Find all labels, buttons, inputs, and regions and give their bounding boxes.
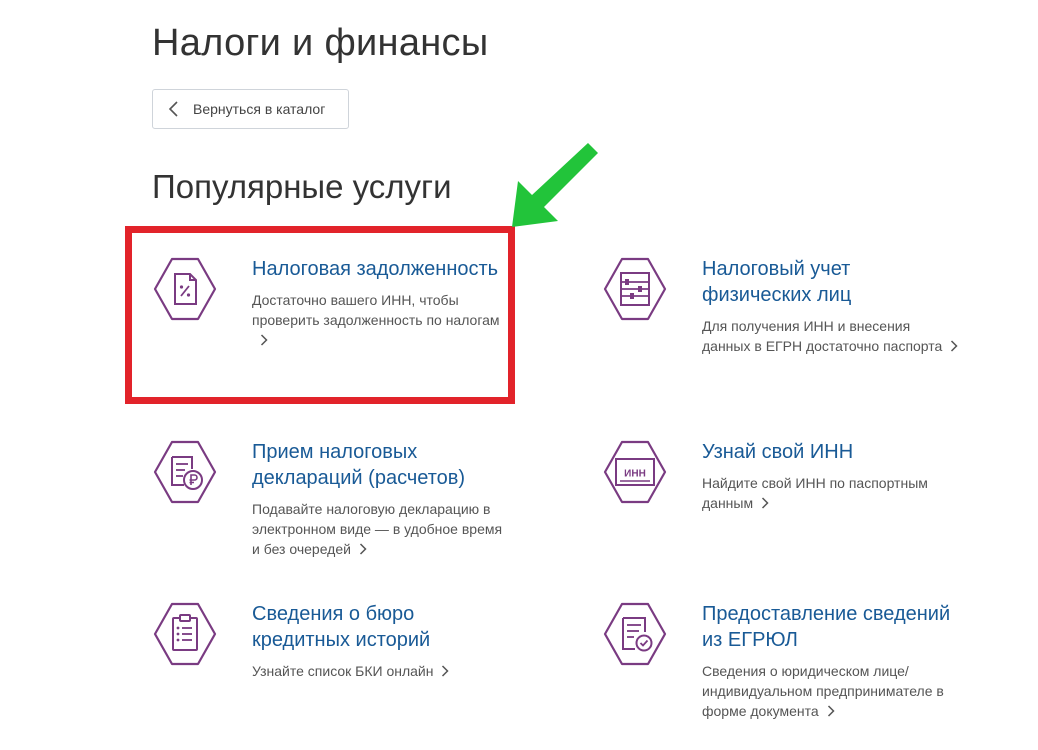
- service-description: Сведения о юридическом лице/ индивидуаль…: [702, 663, 944, 719]
- service-title[interactable]: Сведения о бюро кредитных историй: [252, 601, 512, 653]
- chevron-right-icon[interactable]: [441, 665, 450, 677]
- ruble-document-icon: [153, 440, 217, 504]
- service-description: Достаточно вашего ИНН, чтобы проверить з…: [252, 292, 500, 328]
- chevron-right-icon[interactable]: [359, 543, 367, 555]
- abacus-icon: [603, 257, 667, 321]
- clipboard-list-icon: [153, 602, 217, 666]
- page-title: Налоги и финансы: [152, 22, 489, 64]
- service-title[interactable]: Налоговый учет физических лиц: [702, 256, 962, 308]
- back-button-label: Вернуться в каталог: [193, 101, 326, 117]
- service-description: Узнайте список БКИ онлайн: [252, 663, 434, 679]
- green-pointer-arrow-icon: [512, 143, 598, 227]
- back-to-catalog-button[interactable]: Вернуться в каталог: [152, 89, 349, 129]
- service-title[interactable]: Предоставление сведений из ЕГРЮЛ: [702, 601, 962, 653]
- inn-card-icon: ИНН: [603, 440, 667, 504]
- chevron-right-icon[interactable]: [950, 340, 958, 352]
- section-title: Популярные услуги: [152, 168, 452, 205]
- tax-document-icon: [153, 257, 217, 321]
- chevron-right-icon[interactable]: [827, 705, 835, 717]
- service-title[interactable]: Налоговая задолженность: [252, 256, 512, 282]
- inn-icon-text: ИНН: [624, 469, 646, 480]
- chevron-left-icon: [167, 101, 181, 117]
- certificate-icon: [603, 602, 667, 666]
- service-description: Подавайте налоговую декларацию в электро…: [252, 501, 503, 557]
- chevron-right-icon[interactable]: [761, 497, 769, 509]
- service-description: Найдите свой ИНН по паспортным данным: [702, 475, 928, 511]
- service-title[interactable]: Прием налоговых деклараций (расчетов): [252, 439, 512, 491]
- service-title[interactable]: Узнай свой ИНН: [702, 439, 962, 465]
- chevron-right-icon[interactable]: [260, 334, 268, 346]
- service-description: Для получения ИНН и внесения данных в ЕГ…: [702, 318, 943, 354]
